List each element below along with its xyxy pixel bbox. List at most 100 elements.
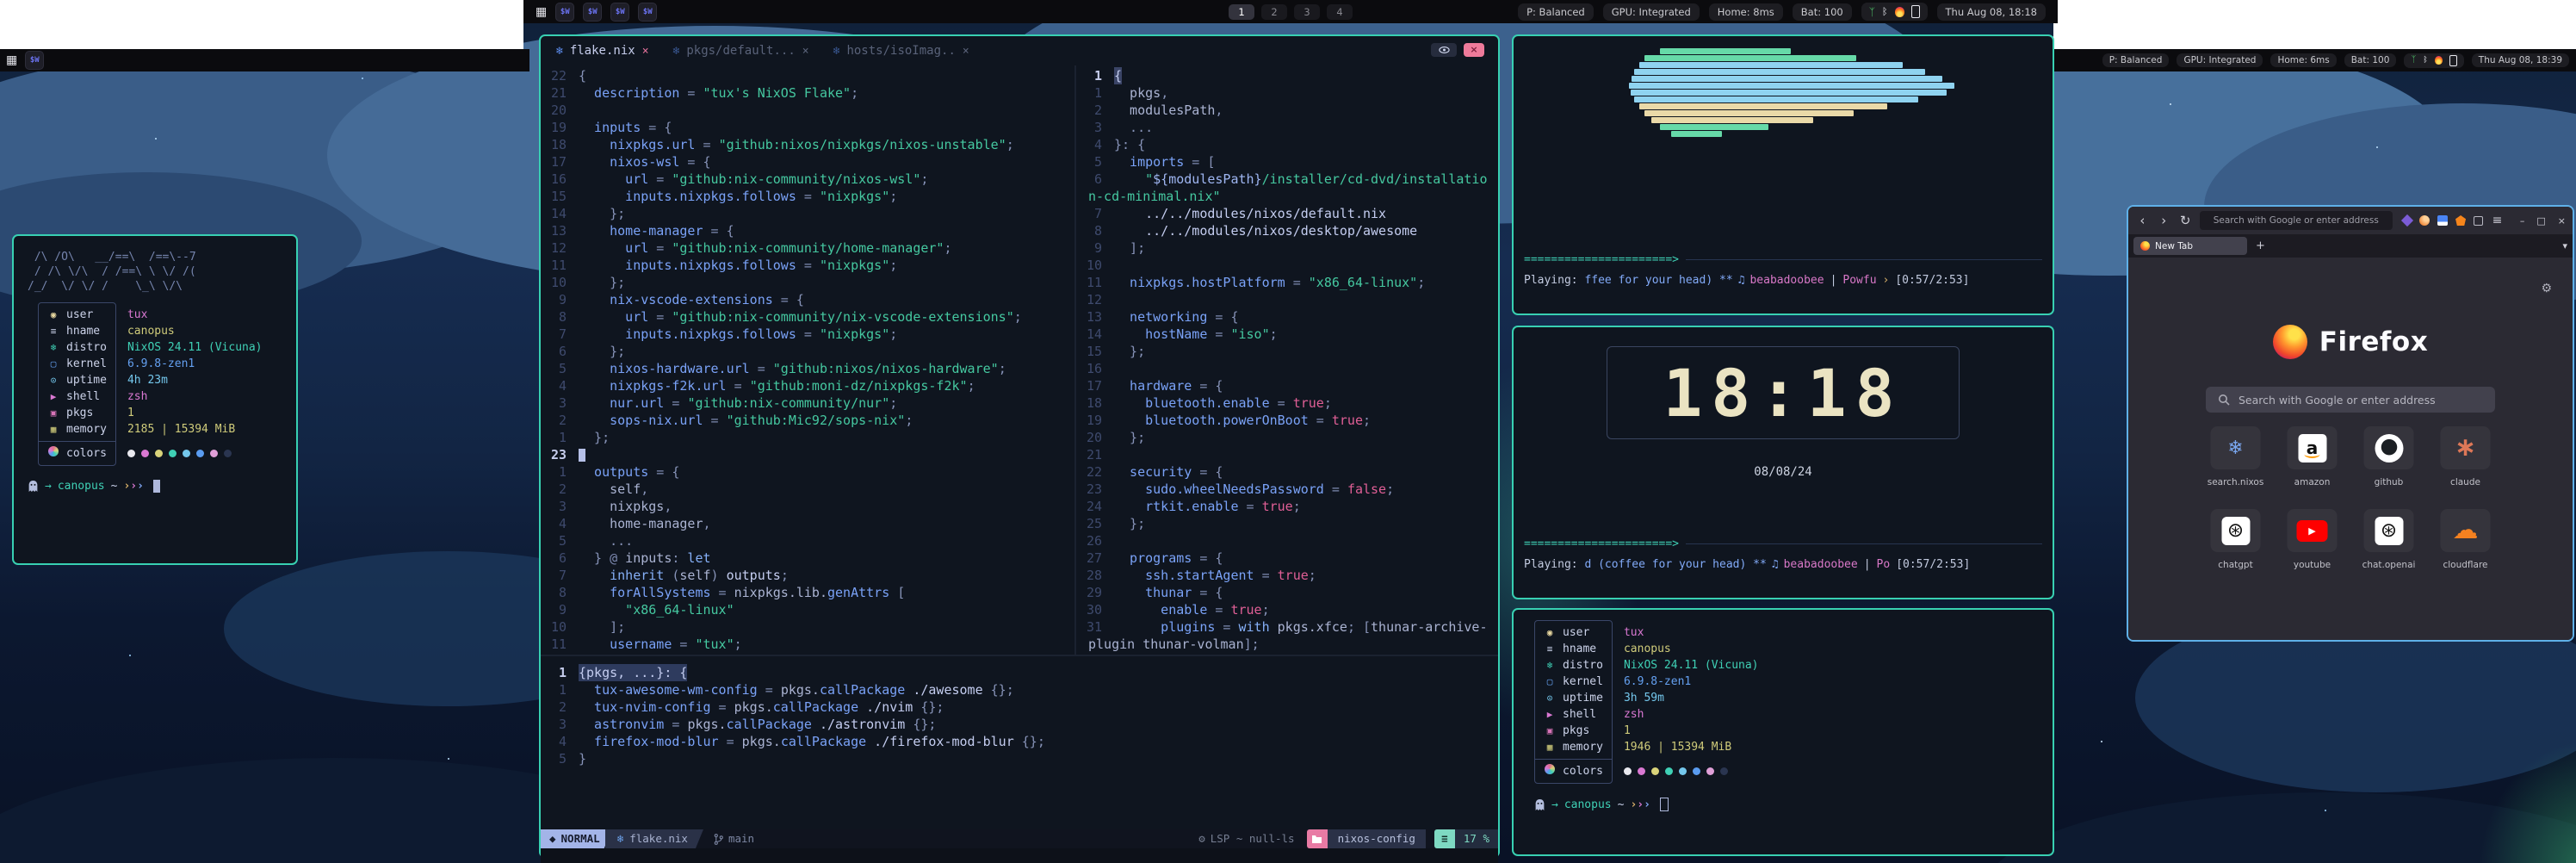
network-tree-icon[interactable]: ᛉ [2411, 56, 2416, 65]
color-dot [1693, 767, 1700, 775]
browser-tab[interactable]: New Tab [2133, 237, 2247, 255]
minimize-button[interactable]: – [2520, 215, 2525, 227]
terminal-fetch-left[interactable]: /\ /O\ __/==\ /==\--7 / /\ \/\ / /==\ \ … [12, 234, 298, 565]
shortcut-tiles: ❄ search.nixos a amazon github ∗ [2210, 426, 2492, 592]
terminal-fetch-right[interactable]: ◉ user ≡ hname ❄ distro [1512, 608, 2054, 856]
shell-prompt[interactable]: → canopus ~ › › › [28, 480, 286, 493]
extension-icon-bitwarden[interactable] [2437, 215, 2448, 226]
tray-grid-icon[interactable]: ▦ [536, 6, 547, 18]
command-line[interactable] [541, 848, 1498, 863]
buffer-tab[interactable]: ❄ hosts/isoImag.. × [833, 44, 969, 58]
systray-app-badge[interactable]: $W [583, 3, 602, 22]
line-number: 14 [541, 205, 567, 222]
line-number: 23 [541, 446, 567, 463]
shortcut-tile[interactable]: ∗ claude [2440, 426, 2492, 509]
code-line: 5 nixos-hardware.url = "github:nixos/nix… [541, 360, 1074, 377]
letterbox-left [0, 0, 523, 49]
site-icon: ▶ [2297, 520, 2328, 542]
network-tree-icon[interactable]: ᛉ [1869, 7, 1875, 17]
buffer-tab-close[interactable]: × [963, 45, 969, 58]
firefox-tabstrip: New Tab + ▾ [2128, 234, 2573, 258]
url-bar[interactable]: Search with Google or enter address [2200, 211, 2393, 230]
fetch-row-label: ▣ pkgs [1535, 723, 1612, 739]
extension-icon-metamask[interactable] [2455, 215, 2466, 226]
new-tab-button[interactable]: + [2256, 239, 2265, 252]
shortcut-tile[interactable]: ⊛ chat.openai [2363, 509, 2415, 592]
fetch-row-icon: ▶ [47, 388, 59, 405]
tab-list-chevron[interactable]: ▾ [2562, 240, 2567, 251]
systray-app-badge[interactable]: $W [610, 3, 629, 22]
shortcut-tile[interactable]: ⊛ chatgpt [2210, 509, 2262, 592]
code-text: username = "tux"; [579, 636, 742, 653]
window-close-button[interactable]: × [1464, 43, 1484, 57]
code-text: forAllSystems = nixpkgs.lib.genAttrs [ [579, 584, 905, 601]
code-line: 22 security = { [1076, 463, 1498, 481]
shortcut-label: chat.openai [2362, 560, 2416, 570]
phone-icon[interactable] [2449, 55, 2457, 66]
shortcut-tile[interactable]: ▶ youtube [2287, 509, 2338, 592]
systray-app-badge[interactable]: $W [638, 3, 657, 22]
tray-grid-icon[interactable]: ▦ [6, 54, 17, 66]
workspace-button[interactable]: 4 [1327, 4, 1353, 20]
workspace-button[interactable]: 3 [1294, 4, 1320, 20]
neovim-window[interactable]: ❄ flake.nix × ❄ pkgs/default... × ❄ host… [539, 34, 1500, 858]
personalize-gear-icon[interactable]: ⚙ [2541, 282, 2552, 295]
fetch-divider [39, 441, 115, 442]
shortcut-tile[interactable]: ❄ search.nixos [2210, 426, 2262, 509]
systray-app-badge[interactable]: $W [25, 51, 44, 70]
fetch-row-value: zsh [127, 388, 263, 405]
site-icon: ❄ [2227, 438, 2243, 459]
workspace-button[interactable]: 1 [1229, 4, 1254, 20]
systray-app-badge[interactable]: $W [555, 3, 574, 22]
forward-button[interactable]: › [2157, 213, 2171, 228]
editor-pane-iso[interactable]: 1 { 1 pkgs, 2 modulesPath, 3 [1076, 65, 1498, 655]
buffer-tab[interactable]: ❄ pkgs/default... × [673, 44, 809, 58]
separator: | [1824, 274, 1843, 287]
bluetooth-icon[interactable]: ᛒ [2423, 57, 2427, 65]
editor-pane-flake[interactable]: 22 { 21 description = "tux's NixOS Flake… [541, 65, 1074, 655]
phone-icon[interactable] [1911, 5, 1920, 18]
close-button[interactable]: × [2558, 215, 2566, 227]
terminal-cava[interactable]: ======================> Playing: ffee fo… [1512, 34, 2054, 315]
menu-button[interactable]: ≡ [2490, 214, 2505, 227]
eye-button[interactable] [1431, 43, 1457, 57]
extension-icon-orange[interactable] [2419, 215, 2430, 226]
extension-icon-purple[interactable] [2401, 214, 2413, 227]
buffer-tab-close[interactable]: × [642, 45, 649, 58]
bluetooth-icon[interactable]: ᛒ [1882, 7, 1888, 16]
editor-pane-pkgs[interactable]: 1 {pkgs, ...}: { 1 tux-awesome-wm-config… [541, 656, 1498, 829]
extension-icon-outline[interactable] [2474, 216, 2483, 226]
line-number: 16 [1076, 360, 1102, 377]
code-text: bluetooth.powerOnBoot = true; [1114, 412, 1371, 429]
workspace-button[interactable]: 2 [1261, 4, 1287, 20]
code-text: { [579, 67, 586, 84]
reload-button[interactable]: ↻ [2178, 213, 2193, 228]
code-line: 5 imports = [ [1076, 153, 1498, 171]
workspace-switcher: 1234 [1229, 4, 1353, 20]
terminal-clock[interactable]: 18:18 08/08/24 ======================> P… [1512, 326, 2054, 599]
buffer-tab[interactable]: ❄ flake.nix × [556, 44, 649, 58]
back-button[interactable]: ‹ [2135, 213, 2150, 228]
line-number: 6 [1076, 171, 1102, 188]
search-input[interactable]: Search with Google or enter address [2206, 387, 2495, 413]
flame-icon[interactable] [1895, 7, 1904, 17]
code-text: nixpkgs, [579, 498, 672, 515]
buffer-tab-close[interactable]: × [802, 45, 809, 58]
fetch-row-label: ▦ memory [1535, 739, 1612, 755]
code-text: tux-nvim-config = pkgs.callPackage ./nvi… [579, 698, 944, 716]
firefox-window[interactable]: ‹ › ↻ Search with Google or enter addres… [2127, 205, 2574, 642]
shortcut-tile[interactable]: a amazon [2287, 426, 2338, 509]
code-text: url = "github:nix-community/nixos-wsl"; [579, 171, 928, 188]
clock-date: 08/08/24 [1514, 465, 2053, 479]
shortcut-tile[interactable]: github [2363, 426, 2415, 509]
flame-icon[interactable] [2435, 56, 2443, 65]
shortcut-tile[interactable]: ☁ cloudflare [2440, 509, 2492, 592]
line-number: 2 [541, 481, 567, 498]
visualizer-bar [1639, 103, 1887, 109]
maximize-button[interactable]: □ [2536, 215, 2545, 227]
buffer-tabbar: ❄ flake.nix × ❄ pkgs/default... × ❄ host… [541, 36, 1498, 65]
shell-prompt[interactable]: → canopus ~ › › › [1534, 798, 2040, 811]
line-number: 17 [1076, 377, 1102, 394]
fetch-row-label: ⊙ uptime [39, 372, 115, 388]
line-number: 13 [541, 222, 567, 239]
